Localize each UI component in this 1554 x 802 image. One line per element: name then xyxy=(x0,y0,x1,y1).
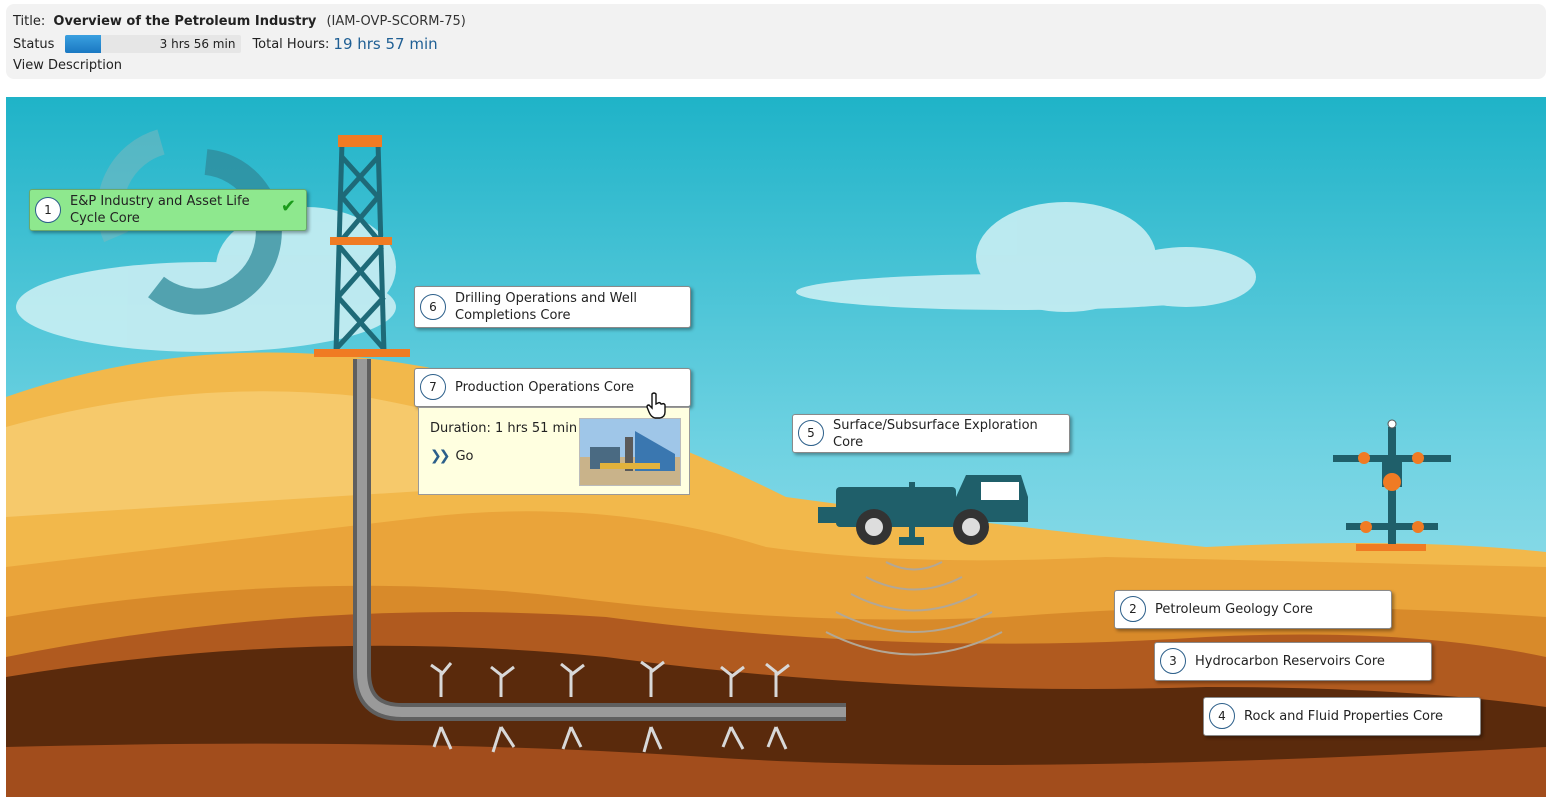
module-label: Surface/Subsurface Exploration Core xyxy=(833,417,1038,450)
module-number: 1 xyxy=(35,197,61,223)
course-header: Title: Overview of the Petroleum Industr… xyxy=(6,4,1546,79)
progress-text: 3 hrs 56 min xyxy=(159,37,236,51)
course-code: (IAM-OVP-SCORM-75) xyxy=(326,14,466,29)
checkmark-icon: ✔ xyxy=(280,196,296,217)
module-4[interactable]: 4 Rock and Fluid Properties Core xyxy=(1203,697,1481,736)
module-2[interactable]: 2 Petroleum Geology Core xyxy=(1114,590,1392,629)
title-row: Title: Overview of the Petroleum Industr… xyxy=(13,14,466,29)
module-7-popup: Duration: 1 hrs 51 min ❯❯ Go xyxy=(418,407,690,495)
module-label: Rock and Fluid Properties Core xyxy=(1244,709,1444,724)
hand-cursor-icon xyxy=(646,392,666,419)
module-number: 6 xyxy=(420,294,446,320)
module-number: 3 xyxy=(1160,648,1186,674)
module-thumbnail xyxy=(579,418,681,486)
module-number: 2 xyxy=(1120,596,1146,622)
module-label: Hydrocarbon Reservoirs Core xyxy=(1195,654,1385,669)
status-label: Status xyxy=(13,36,55,52)
module-6[interactable]: 6 Drilling Operations and Well Completio… xyxy=(414,286,691,328)
module-number: 7 xyxy=(420,374,446,400)
module-label: Production Operations Core xyxy=(455,380,634,395)
module-label: Drilling Operations and Well Completions… xyxy=(455,291,637,323)
view-description-link[interactable]: View Description xyxy=(13,58,122,73)
module-label: Petroleum Geology Core xyxy=(1155,602,1313,617)
course-title: Overview of the Petroleum Industry xyxy=(53,14,317,29)
module-number: 5 xyxy=(798,420,824,446)
module-number: 4 xyxy=(1209,703,1235,729)
double-chevron-right-icon: ❯❯ xyxy=(430,448,451,464)
module-label: E&P Industry and Asset Life Cycle Core xyxy=(70,194,250,226)
go-label: Go xyxy=(455,448,474,464)
total-hours-label: Total Hours: xyxy=(252,36,330,52)
progress-bar: 3 hrs 56 min xyxy=(65,35,242,53)
total-hours-value: 19 hrs 57 min xyxy=(333,35,438,53)
module-1[interactable]: 1 E&P Industry and Asset Life Cycle Core… xyxy=(29,189,307,231)
go-link[interactable]: ❯❯ Go xyxy=(430,448,474,464)
duration-text: Duration: 1 hrs 51 min xyxy=(430,421,578,436)
module-5[interactable]: 5 Surface/Subsurface Exploration Core xyxy=(792,414,1070,453)
progress-fill xyxy=(65,35,101,53)
title-label: Title: xyxy=(13,14,46,29)
status-row: Status 3 hrs 56 min Total Hours: 19 hrs … xyxy=(13,35,438,53)
module-3[interactable]: 3 Hydrocarbon Reservoirs Core xyxy=(1154,642,1432,681)
